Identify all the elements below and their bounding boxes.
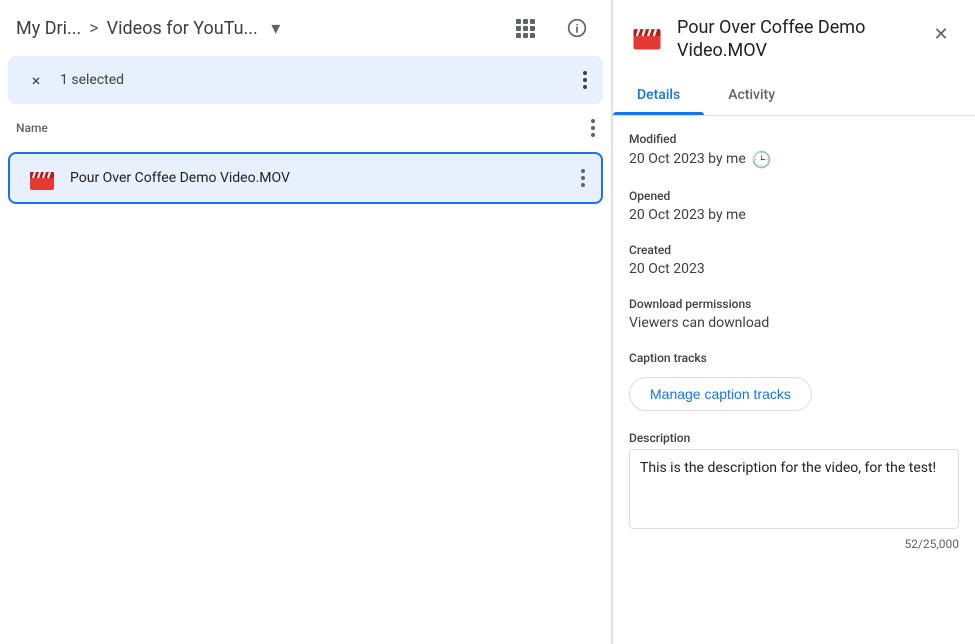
panel-clapperboard-icon	[629, 18, 665, 54]
opened-section: Opened 20 Oct 2023 by me	[629, 189, 959, 223]
file-list-header: Name	[0, 104, 611, 152]
breadcrumb-root[interactable]: My Dri...	[16, 18, 81, 39]
caption-section: Caption tracks Manage caption tracks	[629, 351, 959, 411]
manage-caption-tracks-button[interactable]: Manage caption tracks	[629, 377, 812, 411]
clapperboard-icon	[26, 162, 58, 194]
download-value: Viewers can download	[629, 315, 959, 331]
history-icon[interactable]: 🕒	[752, 150, 772, 169]
breadcrumb-bar: My Dri... > Videos for YouTu... ▾	[0, 0, 611, 56]
more-icon	[583, 71, 587, 89]
opened-label: Opened	[629, 189, 959, 203]
created-value: 20 Oct 2023	[629, 261, 959, 277]
modified-section: Modified 20 Oct 2023 by me 🕒	[629, 132, 959, 169]
tab-details[interactable]: Details	[613, 75, 704, 115]
description-textarea[interactable]	[629, 449, 959, 529]
header-icons	[507, 10, 595, 46]
download-label: Download permissions	[629, 297, 959, 311]
grid-icon	[516, 19, 535, 38]
left-panel: My Dri... > Videos for YouTu... ▾	[0, 0, 612, 644]
video-file-icon	[26, 162, 58, 194]
header-more-icon	[591, 119, 595, 137]
caption-label: Caption tracks	[629, 351, 959, 365]
description-label: Description	[629, 431, 959, 445]
grid-view-button[interactable]	[507, 10, 543, 46]
description-section: Description 52/25,000	[629, 431, 959, 551]
file-list-name-header: Name	[16, 121, 591, 135]
panel-header: Pour Over Coffee Demo Video.MOV ✕	[613, 0, 975, 75]
breadcrumb-separator: >	[89, 18, 98, 39]
file-more-icon	[581, 169, 585, 187]
download-section: Download permissions Viewers can downloa…	[629, 297, 959, 331]
modified-label: Modified	[629, 132, 959, 146]
file-list-more-button[interactable]	[591, 119, 595, 137]
char-count: 52/25,000	[629, 537, 959, 551]
panel-close-button[interactable]: ✕	[923, 16, 959, 52]
panel-title-area: Pour Over Coffee Demo Video.MOV	[677, 16, 911, 63]
panel-content: Modified 20 Oct 2023 by me 🕒 Opened 20 O…	[613, 116, 975, 644]
created-label: Created	[629, 243, 959, 257]
tab-activity[interactable]: Activity	[704, 75, 799, 115]
breadcrumb-current[interactable]: Videos for YouTu...	[107, 18, 258, 39]
breadcrumb-dropdown-icon[interactable]: ▾	[266, 18, 286, 38]
opened-value: 20 Oct 2023 by me	[629, 207, 959, 223]
right-panel: Pour Over Coffee Demo Video.MOV ✕ Detail…	[612, 0, 975, 644]
info-button[interactable]	[559, 10, 595, 46]
panel-title: Pour Over Coffee Demo Video.MOV	[677, 16, 911, 63]
selection-count: 1 selected	[60, 72, 571, 88]
selection-bar: × 1 selected	[8, 56, 603, 104]
panel-tabs: Details Activity	[613, 75, 975, 116]
file-more-button[interactable]	[581, 169, 585, 187]
created-section: Created 20 Oct 2023	[629, 243, 959, 277]
selection-close-button[interactable]: ×	[24, 68, 48, 92]
info-icon	[567, 18, 587, 38]
panel-video-icon	[629, 18, 665, 54]
file-name: Pour Over Coffee Demo Video.MOV	[70, 170, 569, 186]
file-row[interactable]: Pour Over Coffee Demo Video.MOV	[8, 152, 603, 204]
modified-value: 20 Oct 2023 by me 🕒	[629, 150, 959, 169]
selection-more-button[interactable]	[583, 71, 587, 89]
